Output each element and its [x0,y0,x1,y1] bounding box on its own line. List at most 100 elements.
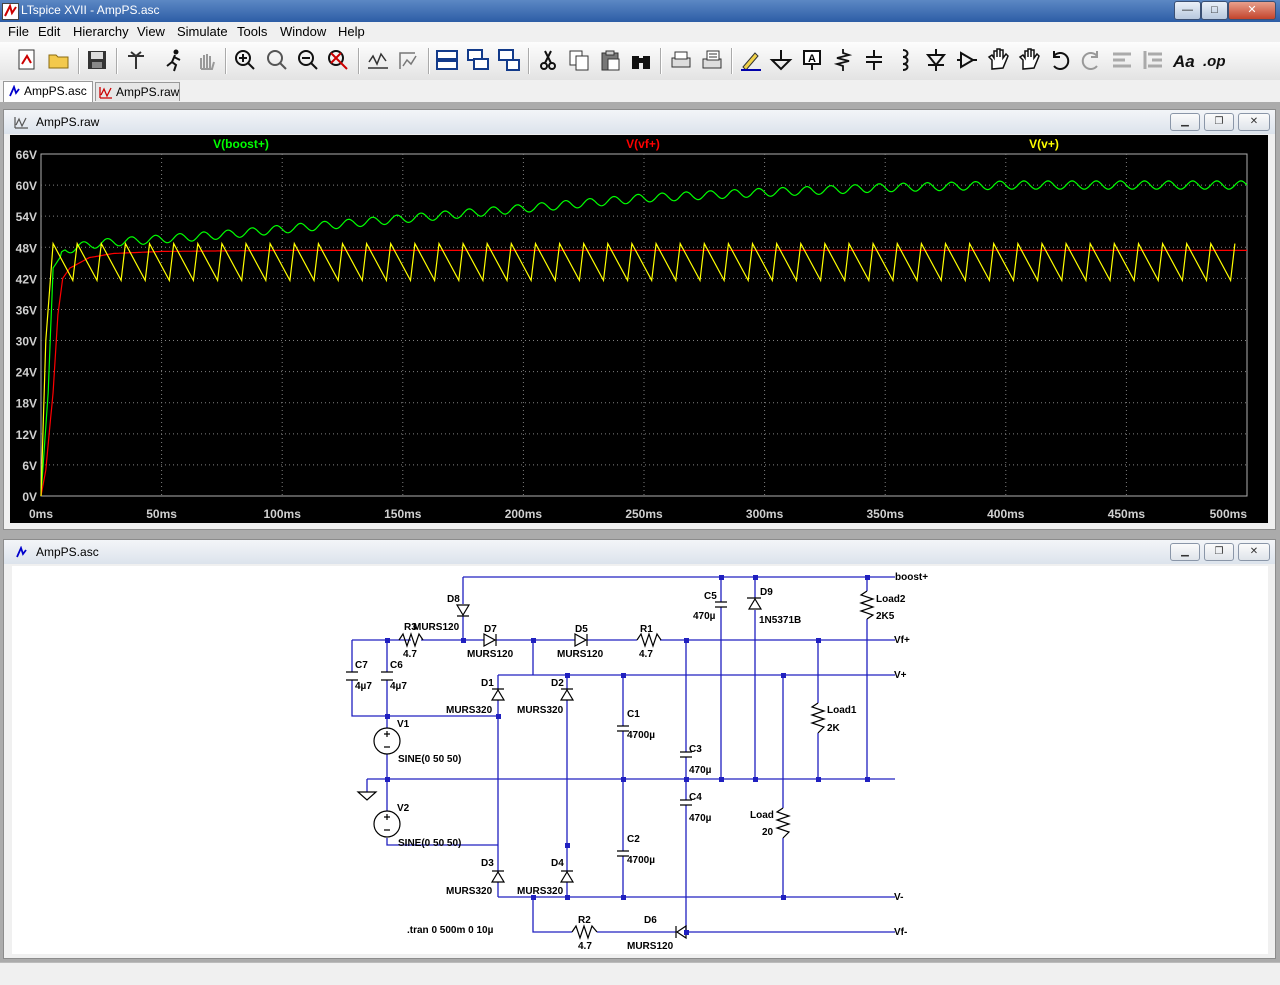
net-label-boost: boost+ [895,572,928,583]
resistor-load[interactable] [775,807,791,839]
pick-visible-icon[interactable] [397,48,421,72]
schematic-close-button[interactable]: ✕ [1238,543,1270,561]
inductor-icon[interactable] [893,48,917,72]
autorange-icon[interactable] [366,48,390,72]
menu-hierarchy[interactable]: Hierarchy [73,24,129,39]
drag-icon[interactable] [1017,48,1041,72]
maximize-button[interactable]: □ [1201,1,1228,20]
y-tick-label: 60V [16,179,37,193]
spice-directive-icon[interactable]: .op [1203,48,1227,72]
resistor-r1[interactable] [636,632,662,648]
resistor-load1[interactable] [810,702,826,734]
diode-d9[interactable] [747,597,763,610]
waveform-minimize-button[interactable]: ▁ [1170,113,1200,131]
capacitor-c6[interactable] [381,671,393,681]
legend-v-vf-[interactable]: V(vf+) [626,137,660,151]
capacitor-c5[interactable] [715,601,727,608]
status-bar [0,962,1280,985]
find-icon[interactable] [629,48,653,72]
resistor-load2[interactable] [859,590,875,620]
tab-ampps-raw[interactable]: AmpPS.raw [95,82,180,101]
text-icon[interactable]: Aa [1172,48,1196,72]
zoom-out-icon[interactable] [296,48,320,72]
spice-directive-tran[interactable]: .tran 0 500m 0 10µ [407,925,494,936]
net-label-v-plus: V+ [894,670,907,681]
run-icon[interactable] [162,48,186,72]
capacitor-c7[interactable] [346,671,358,681]
toolbar-separator [225,48,227,74]
schematic-window-titlebar: AmpPS.asc ▁ ❐ ✕ [4,540,1275,564]
x-tick-label: 500ms [1210,507,1248,521]
tab-ampps-asc[interactable]: AmpPS.asc [3,81,93,102]
menu-window[interactable]: Window [280,24,326,39]
cut-icon[interactable] [536,48,560,72]
capacitor-icon[interactable] [862,48,886,72]
schematic-restore-button[interactable]: ❐ [1204,543,1234,561]
menu-view[interactable]: View [137,24,165,39]
control-panel-icon[interactable] [124,48,148,72]
redo-icon[interactable] [1079,48,1103,72]
diode-d2[interactable] [559,688,575,701]
label-c6-value: 4µ7 [390,681,407,692]
diode-d4[interactable] [559,870,575,883]
menu-tools[interactable]: Tools [237,24,267,39]
tile-horizontal-icon[interactable] [435,48,459,72]
move-icon[interactable] [986,48,1010,72]
label-d5-model: MURS120 [557,649,604,660]
diode-d1[interactable] [490,688,506,701]
mirror-icon[interactable] [1141,48,1165,72]
print-setup-icon[interactable] [700,48,724,72]
label-net-icon[interactable]: A [800,48,824,72]
diode-d8[interactable] [455,604,471,617]
draw-wire-icon[interactable] [738,48,762,72]
diode-d3[interactable] [490,870,506,883]
waveform-close-button[interactable]: ✕ [1238,113,1270,131]
print-icon[interactable] [669,48,693,72]
resistor-r2[interactable] [571,924,598,940]
halt-icon[interactable] [194,48,218,72]
legend-v-boost-[interactable]: V(boost+) [213,137,269,151]
save-icon[interactable] [85,48,109,72]
zoom-in-icon[interactable] [233,48,257,72]
label-d6-model: MURS120 [627,941,674,952]
diode-d7[interactable] [483,632,497,648]
resistor-icon[interactable] [831,48,855,72]
diode-icon[interactable] [924,48,948,72]
y-tick-label: 30V [16,335,37,349]
diode-d5[interactable] [574,632,588,648]
waveform-chart[interactable]: 0V 6V 12V 18V 24V 30V 36V 42V 48V 54V 60V 66V 0ms 50m… [10,135,1268,523]
y-tick-label: 24V [16,366,37,380]
component-icon[interactable] [955,48,979,72]
menu-help[interactable]: Help [338,24,365,39]
schematic-drawing[interactable]: boost+ Vf+ V+ V- Vf- D8 MURS120 R3 4.7 D… [12,566,1268,954]
ground-icon[interactable] [769,48,793,72]
cascade-icon[interactable] [466,48,490,72]
open-icon[interactable] [47,48,71,72]
document-tabs: AmpPS.asc AmpPS.raw [0,80,1280,102]
zoom-pan-icon[interactable] [265,48,289,72]
waveform-restore-button[interactable]: ❐ [1204,113,1234,131]
label-c4: C4 [689,792,702,803]
close-button[interactable]: ✕ [1228,1,1276,20]
menu-simulate[interactable]: Simulate [177,24,228,39]
tile-vertical-icon[interactable] [497,48,521,72]
waveform-icon [14,117,28,129]
menu-edit[interactable]: Edit [38,24,60,39]
schematic-minimize-button[interactable]: ▁ [1170,543,1200,561]
copy-icon[interactable] [567,48,591,72]
new-schematic-icon[interactable] [15,48,39,72]
y-tick-label: 66V [16,148,37,162]
label-d9-model: 1N5371B [759,615,801,626]
schematic-canvas[interactable]: boost+ Vf+ V+ V- Vf- D8 MURS120 R3 4.7 D… [12,566,1268,954]
rotate-icon[interactable] [1110,48,1134,72]
minimize-button[interactable]: — [1174,1,1201,20]
toolbar-separator [78,48,80,74]
undo-icon[interactable] [1048,48,1072,72]
toolbar-separator [528,48,530,74]
zoom-fit-icon[interactable] [326,48,350,72]
waveform-plot-pane[interactable]: 0V 6V 12V 18V 24V 30V 36V 42V 48V 54V 60V 66V 0ms 50m… [10,135,1268,523]
menu-file[interactable]: File [8,24,29,39]
ltspice-app-icon[interactable] [2,3,19,20]
legend-v-v-[interactable]: V(v+) [1029,137,1059,151]
paste-icon[interactable] [598,48,622,72]
